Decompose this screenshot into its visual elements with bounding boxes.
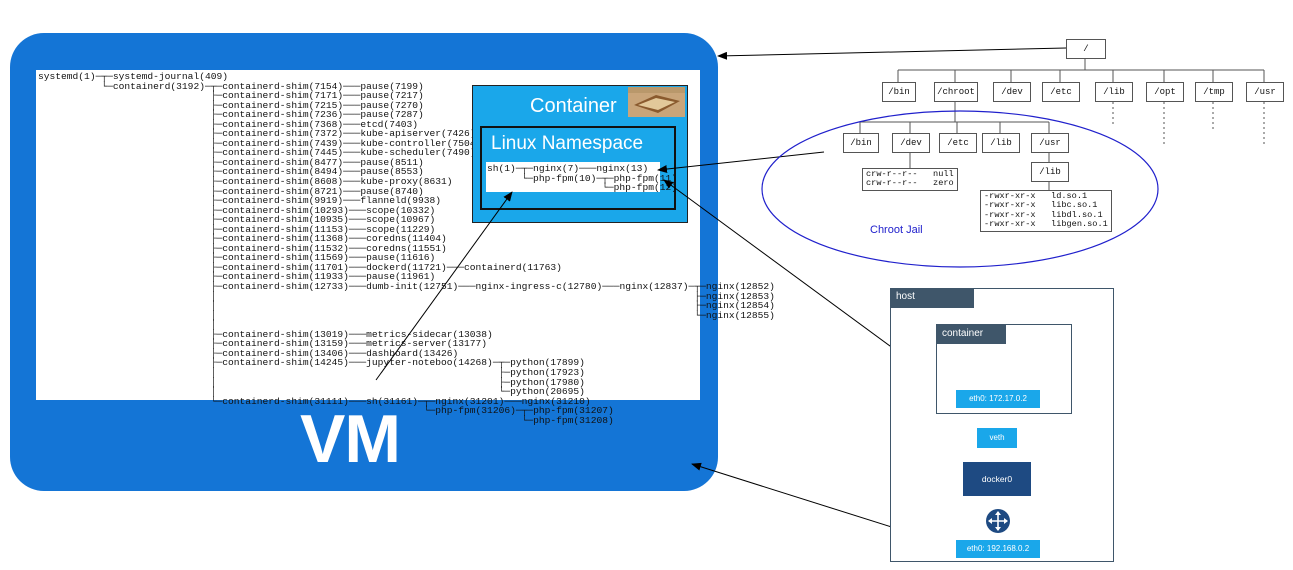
chroot-dir-lib: /lib	[982, 133, 1020, 153]
chroot-dir-dev: /dev	[892, 133, 930, 153]
chroot-dir-etc: /etc	[939, 133, 977, 153]
chroot-dir-bin: /bin	[843, 133, 879, 153]
fs-dir-tmp: /tmp	[1195, 82, 1233, 102]
fs-dir-opt: /opt	[1146, 82, 1184, 102]
veth: veth	[977, 428, 1017, 448]
container-eth0: eth0: 172.17.0.2	[956, 390, 1040, 408]
fs-root: /	[1066, 39, 1106, 59]
fs-dir-chroot: /chroot	[934, 82, 978, 102]
fs-dir-lib: /lib	[1095, 82, 1133, 102]
usr-lib-dir: /lib	[1031, 162, 1069, 182]
chroot-jail-label: Chroot Jail	[870, 224, 923, 236]
chroot-dir-usr: /usr	[1031, 133, 1069, 153]
fs-dir-dev: /dev	[993, 82, 1031, 102]
router-icon	[986, 509, 1010, 533]
fs-dir-etc: /etc	[1042, 82, 1080, 102]
host-label: host	[896, 291, 915, 302]
arrow-chroot-to-namespace	[657, 151, 825, 174]
fs-dir-bin: /bin	[882, 82, 916, 102]
arrow-root-to-vm	[717, 47, 1067, 60]
fs-dir-usr: /usr	[1246, 82, 1284, 102]
lib-entries: -rwxr-xr-x ld.so.1 -rwxr-xr-x libc.so.1 …	[980, 190, 1112, 232]
docker0-bridge: docker0	[963, 462, 1031, 496]
container-net-label: container	[942, 328, 984, 339]
arrow-pstree-to-namespace	[375, 191, 513, 381]
dev-entries: crw-r--r-- null crw-r--r-- zero	[862, 168, 958, 191]
host-eth0: eth0: 192.168.0.2	[956, 540, 1040, 558]
